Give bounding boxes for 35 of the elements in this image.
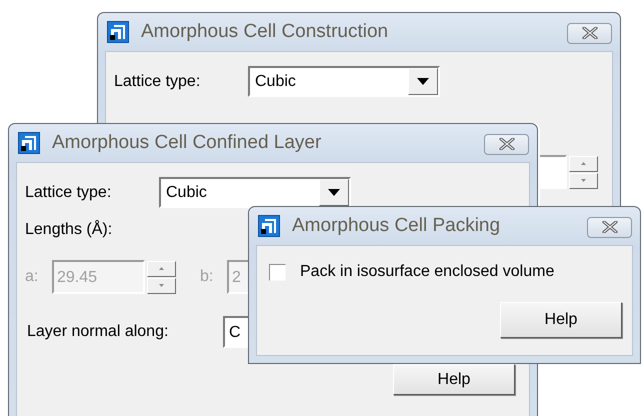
close-button[interactable] <box>567 22 612 44</box>
up-arrow-icon <box>159 267 164 270</box>
field-label: Layer normal along: <box>26 323 170 341</box>
close-icon <box>498 138 514 150</box>
app-icon <box>18 132 40 154</box>
checkbox[interactable] <box>269 264 286 280</box>
down-arrow-icon <box>159 284 164 287</box>
close-icon <box>582 27 598 39</box>
field-label: b: <box>200 268 214 286</box>
caret-icon <box>328 189 340 196</box>
checkbox-label: Pack in isosurface enclosed volume <box>300 263 554 281</box>
window-title: Amorphous Cell Packing <box>292 215 502 237</box>
field-label: Lattice type: <box>25 184 112 202</box>
window-title: Amorphous Cell Construction <box>141 21 390 43</box>
field-label: Lattice type: <box>114 72 202 90</box>
close-button[interactable] <box>484 134 529 154</box>
window-title: Amorphous Cell Confined Layer <box>52 132 322 154</box>
dropdown[interactable]: Cubic <box>248 66 440 97</box>
field-label: a: <box>25 268 40 286</box>
caret-icon <box>417 78 429 85</box>
number-field: 29.45 <box>52 260 145 294</box>
close-icon <box>602 221 618 233</box>
section-label: Lengths (Å): <box>25 221 112 239</box>
spin-up-button[interactable] <box>569 156 598 172</box>
up-arrow-icon <box>581 162 586 165</box>
dropdown-button[interactable] <box>319 179 349 206</box>
dialog-button[interactable]: Help <box>500 302 622 338</box>
dropdown[interactable]: Cubic <box>159 177 351 208</box>
down-arrow-icon <box>581 179 586 182</box>
dialog-button[interactable]: Help <box>393 364 515 395</box>
close-button[interactable] <box>587 216 632 238</box>
app-icon <box>107 21 129 43</box>
app-icon <box>258 215 280 237</box>
spin-down-button[interactable] <box>569 172 598 188</box>
dropdown-button[interactable] <box>408 68 438 95</box>
